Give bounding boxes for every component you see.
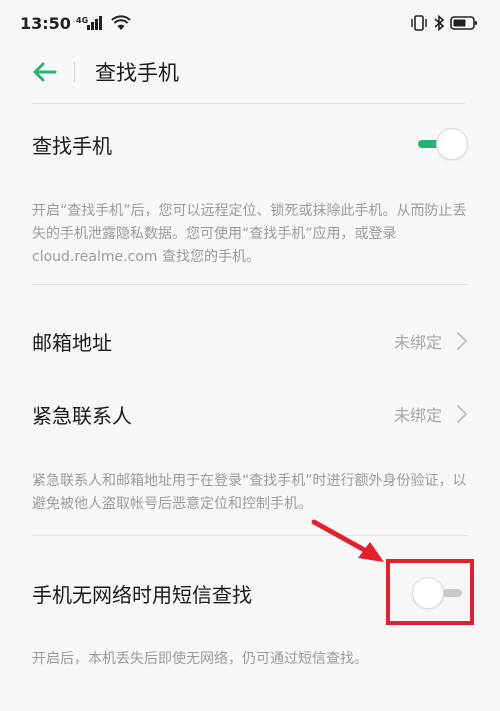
header-divider <box>74 62 75 82</box>
status-right <box>410 15 478 31</box>
app-header: 查找手机 <box>0 46 500 98</box>
battery-icon <box>450 15 478 31</box>
emergency-contact-row[interactable]: 紧急联系人 未绑定 <box>32 391 468 437</box>
divider <box>32 103 465 104</box>
email-label: 邮箱地址 <box>32 330 112 355</box>
vibrate-icon <box>410 15 428 31</box>
emergency-description: 紧急联系人和邮箱地址用于在登录“查找手机”时进行额外身份验证，以避免被他人盗取帐… <box>32 473 467 512</box>
status-left: 13:50 4G <box>20 14 131 33</box>
find-phone-row: 查找手机 <box>32 121 468 167</box>
back-button[interactable] <box>28 55 62 89</box>
divider <box>32 535 468 536</box>
annotation-highlight-box <box>386 559 474 625</box>
annotation-arrow <box>311 519 384 562</box>
toggle-knob <box>436 128 468 160</box>
email-value: 未绑定 <box>393 333 442 352</box>
email-row[interactable]: 邮箱地址 未绑定 <box>32 318 468 364</box>
sms-find-description: 开启后，本机丢失后即使无网络，仍可通过短信查找。 <box>32 651 368 667</box>
svg-text:4G: 4G <box>76 16 88 25</box>
page-title: 查找手机 <box>95 61 179 85</box>
back-arrow-icon <box>33 62 57 82</box>
emergency-value-wrap[interactable]: 未绑定 <box>394 402 468 426</box>
chevron-right-icon <box>457 405 467 423</box>
wifi-icon <box>111 15 131 31</box>
status-bar: 13:50 4G <box>0 0 500 46</box>
divider <box>32 284 468 285</box>
bluetooth-icon <box>433 15 445 31</box>
emergency-contact-value: 未绑定 <box>393 406 442 425</box>
status-time: 13:50 <box>20 13 71 33</box>
emergency-contact-label: 紧急联系人 <box>32 403 132 428</box>
find-phone-label: 查找手机 <box>32 133 112 158</box>
find-phone-toggle[interactable] <box>414 128 468 160</box>
email-value-wrap[interactable]: 未绑定 <box>394 329 468 353</box>
signal-icon: 4G <box>76 15 106 31</box>
find-phone-description: 开启“查找手机”后，您可以远程定位、锁死或抹除此手机。从而防止丢失的手机泄露隐私… <box>32 203 467 265</box>
sms-find-label: 手机无网络时用短信查找 <box>32 582 252 607</box>
chevron-right-icon <box>457 332 467 350</box>
